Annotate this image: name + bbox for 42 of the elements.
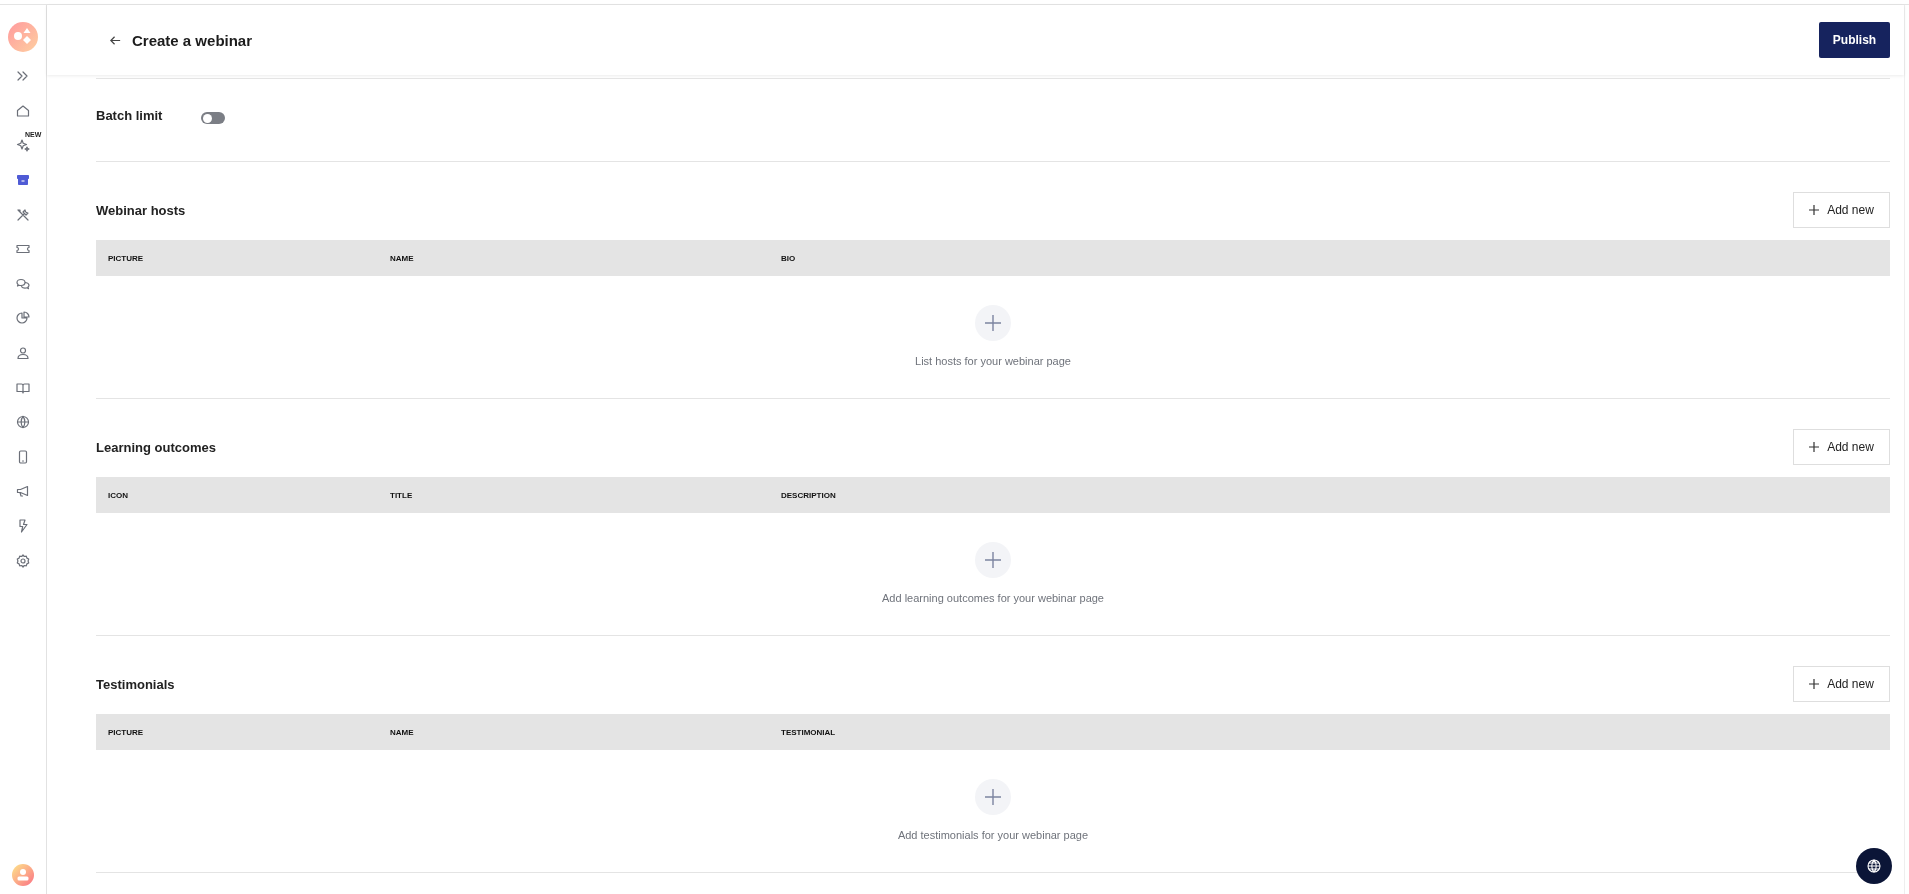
pie-chart-icon — [15, 310, 31, 327]
column-header: PICTURE — [107, 253, 145, 263]
column-header: TITLE — [389, 490, 414, 500]
empty-state-text: Add learning outcomes for your webinar page — [882, 592, 1104, 604]
plus-icon — [1809, 679, 1820, 689]
column-header: DESCRIPTION — [780, 490, 837, 500]
globe-icon — [15, 414, 31, 431]
column-header: ICON — [107, 490, 129, 500]
plus-icon — [1809, 205, 1820, 215]
add-item-button[interactable] — [975, 542, 1011, 578]
empty-state-text: Add testimonials for your webinar page — [897, 829, 1089, 841]
plus-icon — [1809, 442, 1820, 452]
column-header: TESTIMONIAL — [780, 727, 837, 737]
add-new-button[interactable]: Add new — [1793, 666, 1890, 702]
section-title: Webinar hosts — [96, 202, 186, 218]
plus-icon — [985, 789, 1001, 805]
add-new-button[interactable]: Add new — [1793, 429, 1890, 465]
page-title: Create a webinar — [132, 31, 253, 49]
help-button[interactable] — [1856, 848, 1892, 884]
column-header: NAME — [389, 727, 415, 737]
person-icon — [15, 345, 31, 362]
logo-icon[interactable] — [8, 22, 38, 52]
section-title: Testimonials — [96, 676, 175, 692]
empty-state-text: List hosts for your webinar page — [915, 355, 1071, 367]
plus-icon — [985, 315, 1001, 331]
add-item-button[interactable] — [975, 305, 1011, 341]
tools-icon — [15, 206, 31, 223]
sparkle-icon — [15, 137, 31, 154]
megaphone-icon — [15, 483, 31, 500]
avatar-icon[interactable] — [12, 864, 34, 886]
column-header: NAME — [389, 253, 415, 263]
plus-icon — [985, 552, 1001, 568]
add-item-button[interactable] — [975, 779, 1011, 815]
add-new-button[interactable]: Add new — [1793, 192, 1890, 228]
column-header: BIO — [780, 253, 797, 263]
batch-limit-label: Batch limit — [96, 108, 164, 123]
settings-icon — [15, 552, 31, 569]
publish-button[interactable]: Publish — [1819, 22, 1890, 58]
globe-icon — [1866, 858, 1882, 874]
column-header: PICTURE — [107, 727, 145, 737]
section-title: Learning outcomes — [96, 439, 216, 455]
toggle-switch[interactable] — [201, 112, 225, 124]
